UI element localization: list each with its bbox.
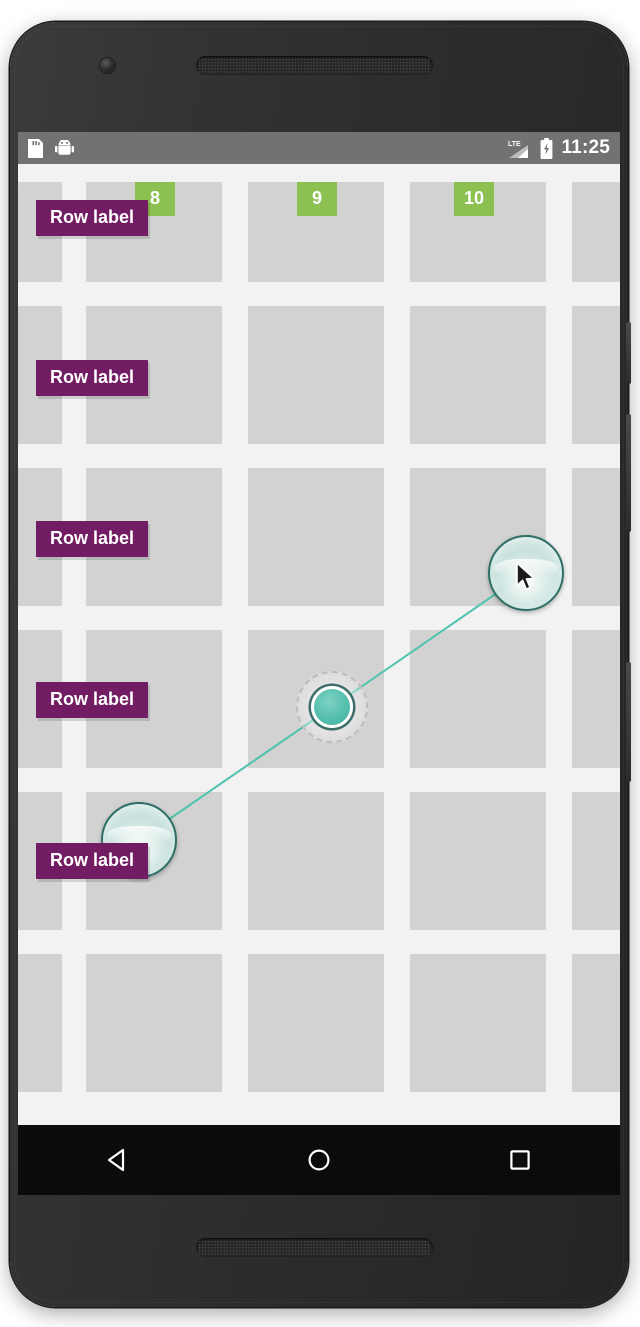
row-label-2[interactable]: Row label: [36, 360, 149, 396]
grid-cell[interactable]: [248, 468, 384, 606]
grid-cell[interactable]: [248, 954, 384, 1092]
svg-text:LTE: LTE: [508, 141, 521, 148]
grid-cell[interactable]: [410, 630, 546, 768]
grid-cell[interactable]: [410, 306, 546, 444]
sd-card-icon: [28, 138, 43, 158]
status-bar-right-icons: LTE 11:25: [507, 137, 610, 159]
grid-cell[interactable]: [410, 792, 546, 930]
app-content-area: 8 9 10 Row label Row label Row label Row…: [18, 164, 620, 1125]
side-button-lower[interactable]: [626, 662, 631, 782]
grid-cell[interactable]: [572, 182, 620, 282]
volume-rocker-button[interactable]: [626, 414, 631, 532]
circle-icon: [308, 1149, 330, 1171]
status-bar: LTE 11:25: [18, 132, 620, 164]
phone-device-frame: LTE 11:25 8 9 10 Row label Row label Row…: [10, 22, 631, 1307]
grid-cell[interactable]: [572, 792, 620, 930]
anchor-handle-middle[interactable]: [311, 686, 353, 728]
status-bar-clock: 11:25: [561, 137, 610, 158]
recents-button[interactable]: [465, 1125, 575, 1195]
grid-cell[interactable]: [248, 792, 384, 930]
grid-cells-layer: [18, 164, 620, 1125]
row-label-3[interactable]: Row label: [36, 521, 149, 557]
android-navigation-bar: [18, 1125, 620, 1195]
battery-charging-icon: [541, 137, 553, 159]
grid-cell[interactable]: [572, 306, 620, 444]
grid-cell[interactable]: [572, 630, 620, 768]
earpiece-speaker-grille: [196, 56, 433, 75]
grid-cell[interactable]: [248, 306, 384, 444]
grid-cell[interactable]: [86, 954, 222, 1092]
status-bar-left-icons: [28, 138, 74, 158]
drag-handle-end[interactable]: [488, 535, 564, 611]
lte-signal-icon: LTE: [508, 141, 529, 158]
grid-cell[interactable]: [410, 954, 546, 1092]
bottom-speaker-grille: [196, 1238, 433, 1257]
triangle-left-icon: [108, 1148, 125, 1172]
grid-cell[interactable]: [572, 954, 620, 1092]
row-label-5[interactable]: Row label: [36, 843, 149, 879]
row-label-1[interactable]: Row label: [36, 200, 149, 236]
power-button[interactable]: [626, 322, 631, 384]
phone-screen: LTE 11:25 8 9 10 Row label Row label Row…: [18, 132, 620, 1195]
column-badge-9[interactable]: 9: [297, 182, 337, 216]
android-robot-icon: [55, 139, 74, 155]
home-button[interactable]: [264, 1125, 374, 1195]
grid-cell[interactable]: [572, 468, 620, 606]
square-icon: [509, 1150, 530, 1170]
column-badge-10[interactable]: 10: [454, 182, 494, 216]
grid-cell[interactable]: [18, 954, 62, 1092]
back-button[interactable]: [63, 1125, 173, 1195]
row-label-4[interactable]: Row label: [36, 682, 149, 718]
front-camera-icon: [100, 58, 115, 73]
